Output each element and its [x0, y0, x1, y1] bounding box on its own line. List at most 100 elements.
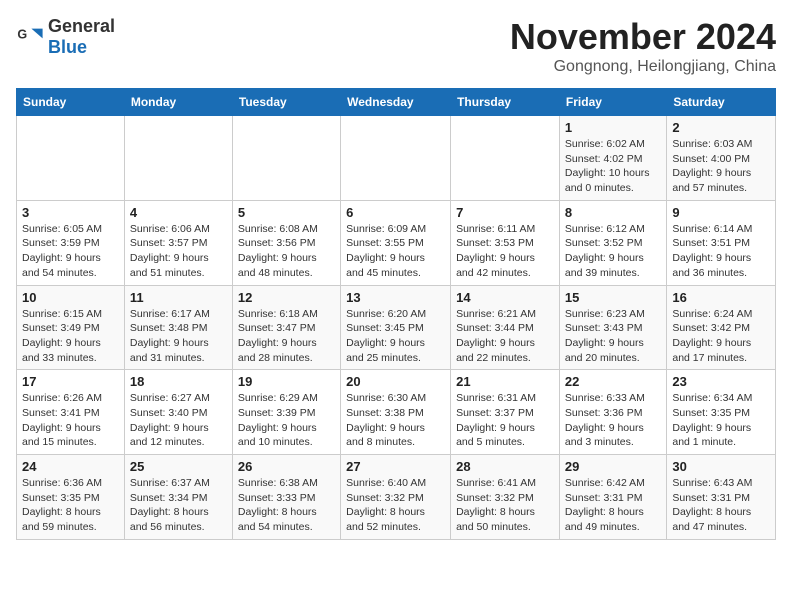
calendar-table: SundayMondayTuesdayWednesdayThursdayFrid…	[16, 88, 776, 540]
day-number: 8	[565, 205, 661, 220]
day-number: 11	[130, 290, 227, 305]
logo: G General Blue	[16, 16, 115, 58]
day-number: 23	[672, 374, 770, 389]
day-number: 27	[346, 459, 445, 474]
calendar-cell: 6 Sunrise: 6:09 AM Sunset: 3:55 PM Daylig…	[341, 200, 451, 285]
calendar-cell: 30 Sunrise: 6:43 AM Sunset: 3:31 PM Dayli…	[667, 455, 776, 540]
day-number: 3	[22, 205, 119, 220]
day-info: Sunrise: 6:05 AM Sunset: 3:59 PM Dayligh…	[22, 222, 119, 281]
day-number: 9	[672, 205, 770, 220]
calendar-cell: 9 Sunrise: 6:14 AM Sunset: 3:51 PM Daylig…	[667, 200, 776, 285]
calendar-cell: 20 Sunrise: 6:30 AM Sunset: 3:38 PM Dayli…	[341, 370, 451, 455]
day-info: Sunrise: 6:11 AM Sunset: 3:53 PM Dayligh…	[456, 222, 554, 281]
calendar-cell: 27 Sunrise: 6:40 AM Sunset: 3:32 PM Dayli…	[341, 455, 451, 540]
day-info: Sunrise: 6:06 AM Sunset: 3:57 PM Dayligh…	[130, 222, 227, 281]
day-info: Sunrise: 6:12 AM Sunset: 3:52 PM Dayligh…	[565, 222, 661, 281]
day-info: Sunrise: 6:33 AM Sunset: 3:36 PM Dayligh…	[565, 391, 661, 450]
calendar-cell	[451, 116, 560, 201]
day-info: Sunrise: 6:09 AM Sunset: 3:55 PM Dayligh…	[346, 222, 445, 281]
day-info: Sunrise: 6:24 AM Sunset: 3:42 PM Dayligh…	[672, 307, 770, 366]
weekday-header: Saturday	[667, 89, 776, 116]
day-number: 26	[238, 459, 335, 474]
day-number: 10	[22, 290, 119, 305]
day-info: Sunrise: 6:02 AM Sunset: 4:02 PM Dayligh…	[565, 137, 661, 196]
calendar-cell: 10 Sunrise: 6:15 AM Sunset: 3:49 PM Dayli…	[17, 285, 125, 370]
day-info: Sunrise: 6:15 AM Sunset: 3:49 PM Dayligh…	[22, 307, 119, 366]
day-info: Sunrise: 6:14 AM Sunset: 3:51 PM Dayligh…	[672, 222, 770, 281]
day-info: Sunrise: 6:26 AM Sunset: 3:41 PM Dayligh…	[22, 391, 119, 450]
calendar-cell: 15 Sunrise: 6:23 AM Sunset: 3:43 PM Dayli…	[559, 285, 666, 370]
main-title: November 2024	[510, 16, 776, 58]
logo-icon: G	[16, 23, 44, 51]
day-number: 17	[22, 374, 119, 389]
calendar-cell: 12 Sunrise: 6:18 AM Sunset: 3:47 PM Dayli…	[232, 285, 340, 370]
calendar-cell	[124, 116, 232, 201]
weekday-header: Tuesday	[232, 89, 340, 116]
day-number: 5	[238, 205, 335, 220]
day-number: 14	[456, 290, 554, 305]
day-info: Sunrise: 6:43 AM Sunset: 3:31 PM Dayligh…	[672, 476, 770, 535]
day-info: Sunrise: 6:29 AM Sunset: 3:39 PM Dayligh…	[238, 391, 335, 450]
calendar-cell: 1 Sunrise: 6:02 AM Sunset: 4:02 PM Daylig…	[559, 116, 666, 201]
calendar-cell	[341, 116, 451, 201]
day-info: Sunrise: 6:40 AM Sunset: 3:32 PM Dayligh…	[346, 476, 445, 535]
day-info: Sunrise: 6:03 AM Sunset: 4:00 PM Dayligh…	[672, 137, 770, 196]
calendar-cell: 17 Sunrise: 6:26 AM Sunset: 3:41 PM Dayli…	[17, 370, 125, 455]
day-number: 30	[672, 459, 770, 474]
day-number: 4	[130, 205, 227, 220]
calendar-cell: 5Sunrise: 6:08 AM Sunset: 3:56 PM Daylig…	[232, 200, 340, 285]
day-info: Sunrise: 6:21 AM Sunset: 3:44 PM Dayligh…	[456, 307, 554, 366]
weekday-header: Thursday	[451, 89, 560, 116]
day-number: 29	[565, 459, 661, 474]
calendar-cell: 25 Sunrise: 6:37 AM Sunset: 3:34 PM Dayli…	[124, 455, 232, 540]
day-number: 16	[672, 290, 770, 305]
calendar-cell: 16 Sunrise: 6:24 AM Sunset: 3:42 PM Dayli…	[667, 285, 776, 370]
day-number: 15	[565, 290, 661, 305]
weekday-header: Wednesday	[341, 89, 451, 116]
day-info: Sunrise: 6:17 AM Sunset: 3:48 PM Dayligh…	[130, 307, 227, 366]
calendar-cell: 11 Sunrise: 6:17 AM Sunset: 3:48 PM Dayli…	[124, 285, 232, 370]
day-number: 13	[346, 290, 445, 305]
day-number: 22	[565, 374, 661, 389]
day-number: 1	[565, 120, 661, 135]
day-info: Sunrise: 6:37 AM Sunset: 3:34 PM Dayligh…	[130, 476, 227, 535]
calendar-cell: 2Sunrise: 6:03 AM Sunset: 4:00 PM Daylig…	[667, 116, 776, 201]
calendar-cell: 29 Sunrise: 6:42 AM Sunset: 3:31 PM Dayli…	[559, 455, 666, 540]
calendar-cell: 22 Sunrise: 6:33 AM Sunset: 3:36 PM Dayli…	[559, 370, 666, 455]
title-section: November 2024 Gongnong, Heilongjiang, Ch…	[510, 16, 776, 76]
day-number: 24	[22, 459, 119, 474]
calendar-cell: 24 Sunrise: 6:36 AM Sunset: 3:35 PM Dayli…	[17, 455, 125, 540]
calendar-cell: 3 Sunrise: 6:05 AM Sunset: 3:59 PM Daylig…	[17, 200, 125, 285]
day-info: Sunrise: 6:41 AM Sunset: 3:32 PM Dayligh…	[456, 476, 554, 535]
logo-general: General	[48, 16, 115, 36]
calendar-cell: 19Sunrise: 6:29 AM Sunset: 3:39 PM Dayli…	[232, 370, 340, 455]
logo-blue: Blue	[48, 37, 87, 57]
day-info: Sunrise: 6:20 AM Sunset: 3:45 PM Dayligh…	[346, 307, 445, 366]
day-info: Sunrise: 6:23 AM Sunset: 3:43 PM Dayligh…	[565, 307, 661, 366]
calendar-cell	[232, 116, 340, 201]
weekday-header: Sunday	[17, 89, 125, 116]
day-info: Sunrise: 6:42 AM Sunset: 3:31 PM Dayligh…	[565, 476, 661, 535]
day-number: 6	[346, 205, 445, 220]
calendar-cell: 21 Sunrise: 6:31 AM Sunset: 3:37 PM Dayli…	[451, 370, 560, 455]
svg-text:G: G	[17, 27, 27, 41]
day-info: Sunrise: 6:30 AM Sunset: 3:38 PM Dayligh…	[346, 391, 445, 450]
day-info: Sunrise: 6:36 AM Sunset: 3:35 PM Dayligh…	[22, 476, 119, 535]
calendar-cell: 8 Sunrise: 6:12 AM Sunset: 3:52 PM Daylig…	[559, 200, 666, 285]
day-number: 20	[346, 374, 445, 389]
day-info: Sunrise: 6:31 AM Sunset: 3:37 PM Dayligh…	[456, 391, 554, 450]
calendar-cell: 13 Sunrise: 6:20 AM Sunset: 3:45 PM Dayli…	[341, 285, 451, 370]
day-info: Sunrise: 6:34 AM Sunset: 3:35 PM Dayligh…	[672, 391, 770, 450]
calendar-cell: 4 Sunrise: 6:06 AM Sunset: 3:57 PM Daylig…	[124, 200, 232, 285]
page-header: G General Blue November 2024 Gongnong, H…	[16, 16, 776, 76]
weekday-header: Friday	[559, 89, 666, 116]
day-number: 21	[456, 374, 554, 389]
day-number: 12	[238, 290, 335, 305]
weekday-header: Monday	[124, 89, 232, 116]
day-info: Sunrise: 6:38 AM Sunset: 3:33 PM Dayligh…	[238, 476, 335, 535]
day-number: 18	[130, 374, 227, 389]
day-info: Sunrise: 6:18 AM Sunset: 3:47 PM Dayligh…	[238, 307, 335, 366]
calendar-cell: 14 Sunrise: 6:21 AM Sunset: 3:44 PM Dayli…	[451, 285, 560, 370]
day-number: 25	[130, 459, 227, 474]
day-info: Sunrise: 6:27 AM Sunset: 3:40 PM Dayligh…	[130, 391, 227, 450]
